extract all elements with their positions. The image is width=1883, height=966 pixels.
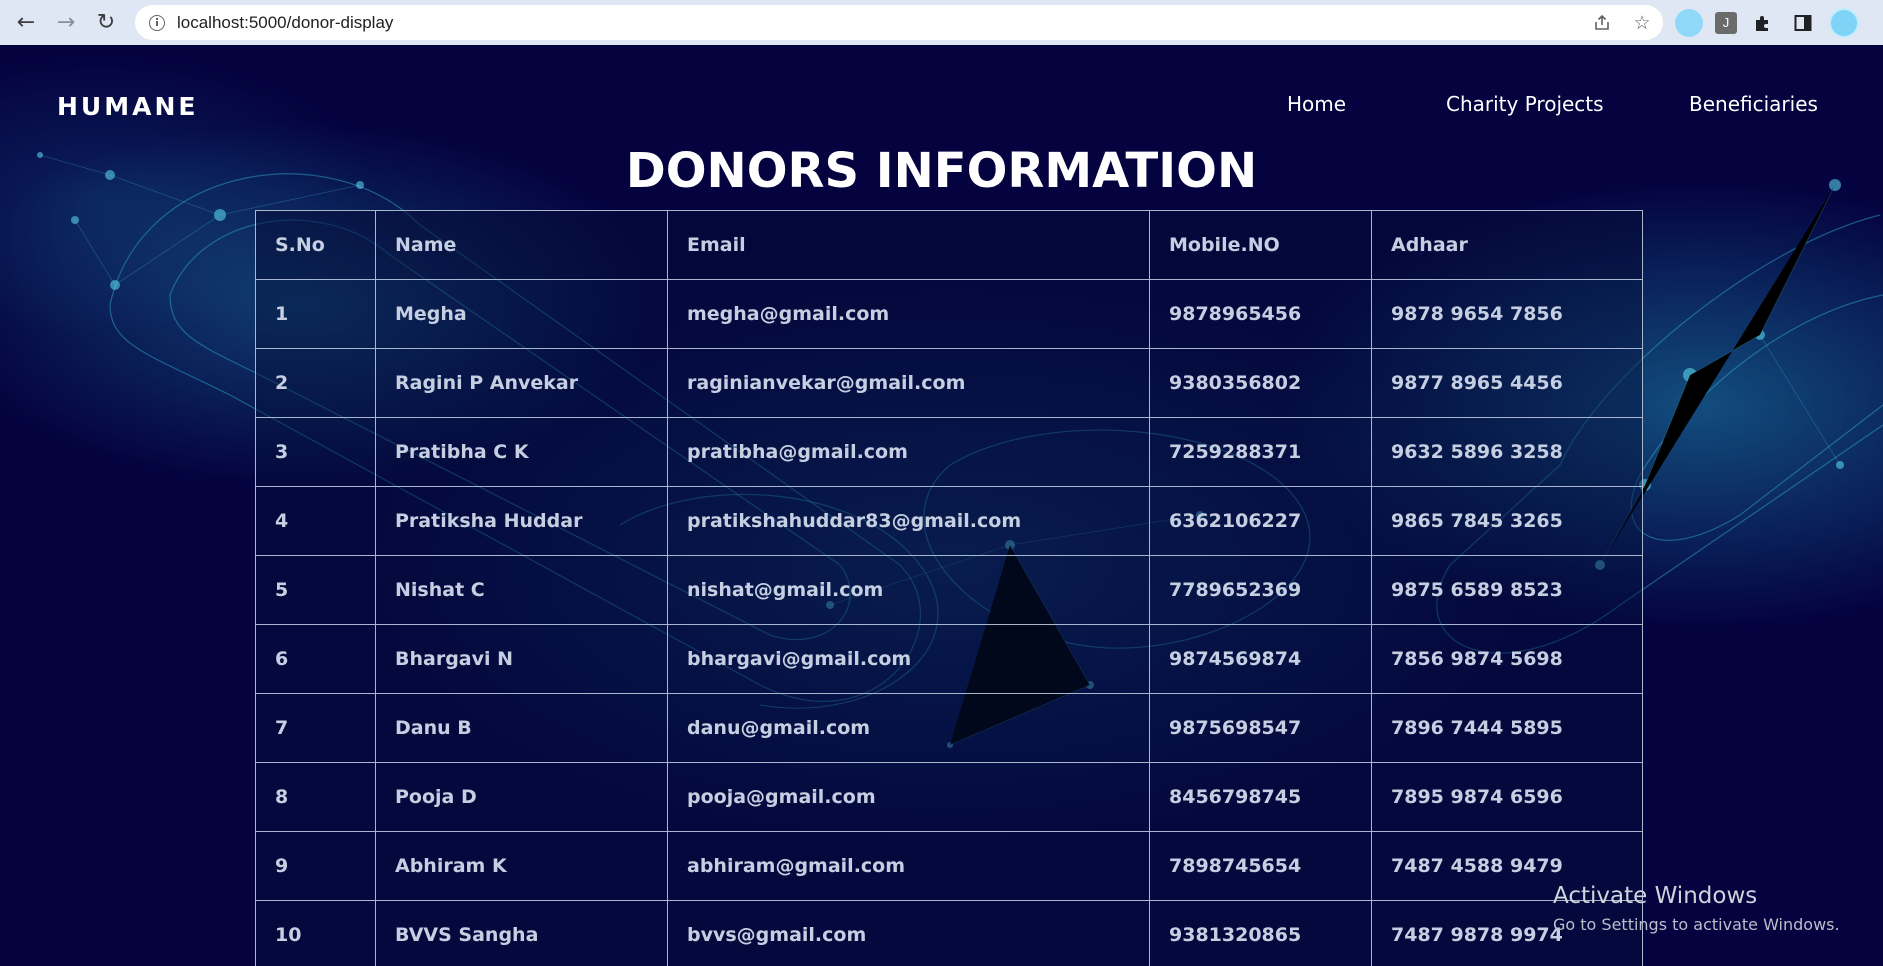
cell-sno: 2: [255, 348, 376, 418]
forward-arrow-icon[interactable]: →: [46, 3, 86, 43]
cell-email: abhiram@gmail.com: [667, 831, 1150, 901]
reload-icon[interactable]: ↻: [86, 3, 126, 43]
cell-mobile: 8456798745: [1149, 762, 1372, 832]
table-row: 2 Ragini P Anvekar raginianvekar@gmail.c…: [255, 348, 1643, 418]
table-row: 3 Pratibha C K pratibha@gmail.com 725928…: [255, 417, 1643, 487]
cell-mobile: 9878965456: [1149, 279, 1372, 349]
cell-sno: 3: [255, 417, 376, 487]
table-row: 5 Nishat C nishat@gmail.com 7789652369 9…: [255, 555, 1643, 625]
cell-email: danu@gmail.com: [667, 693, 1150, 763]
cell-name: Ragini P Anvekar: [375, 348, 668, 418]
cell-email: pooja@gmail.com: [667, 762, 1150, 832]
cell-name: Pooja D: [375, 762, 668, 832]
cell-adhaar: 7856 9874 5698: [1371, 624, 1643, 694]
cell-email: pratibha@gmail.com: [667, 417, 1150, 487]
back-arrow-icon[interactable]: ←: [6, 3, 46, 43]
star-icon[interactable]: ☆: [1631, 12, 1653, 34]
column-header-name: Name: [375, 210, 668, 280]
cell-adhaar: 9878 9654 7856: [1371, 279, 1643, 349]
cell-mobile: 9381320865: [1149, 900, 1372, 966]
cell-email: nishat@gmail.com: [667, 555, 1150, 625]
cell-mobile: 9380356802: [1149, 348, 1372, 418]
top-navigation: Home Charity Projects Beneficiaries: [0, 92, 1883, 124]
cell-adhaar: 7896 7444 5895: [1371, 693, 1643, 763]
table-row: 4 Pratiksha Huddar pratikshahuddar83@gma…: [255, 486, 1643, 556]
table-row: 1 Megha megha@gmail.com 9878965456 9878 …: [255, 279, 1643, 349]
cell-adhaar: 9875 6589 8523: [1371, 555, 1643, 625]
cell-mobile: 7259288371: [1149, 417, 1372, 487]
table-row: 9 Abhiram K abhiram@gmail.com 7898745654…: [255, 831, 1643, 901]
cell-mobile: 6362106227: [1149, 486, 1372, 556]
cell-name: Megha: [375, 279, 668, 349]
donors-table: S.No Name Email Mobile.NO Adhaar 1 Megha…: [255, 210, 1643, 966]
watermark-subtitle: Go to Settings to activate Windows.: [1553, 915, 1840, 934]
extension-j-icon[interactable]: J: [1715, 11, 1737, 34]
cell-sno: 10: [255, 900, 376, 966]
cell-adhaar: 7895 9874 6596: [1371, 762, 1643, 832]
table-row: 6 Bhargavi N bhargavi@gmail.com 98745698…: [255, 624, 1643, 694]
cell-sno: 4: [255, 486, 376, 556]
page-title: DONORS INFORMATION: [625, 143, 1258, 199]
cell-sno: 5: [255, 555, 376, 625]
cell-email: pratikshahuddar83@gmail.com: [667, 486, 1150, 556]
cell-name: Pratibha C K: [375, 417, 668, 487]
table-header-row: S.No Name Email Mobile.NO Adhaar: [255, 210, 1643, 280]
cell-email: megha@gmail.com: [667, 279, 1150, 349]
cell-mobile: 9875698547: [1149, 693, 1372, 763]
cell-name: Nishat C: [375, 555, 668, 625]
column-header-adhaar: Adhaar: [1371, 210, 1643, 280]
column-header-mobile: Mobile.NO: [1149, 210, 1372, 280]
cell-name: Danu B: [375, 693, 668, 763]
extension-icon[interactable]: [1675, 8, 1703, 37]
table-body: 1 Megha megha@gmail.com 9878965456 9878 …: [255, 279, 1643, 966]
puzzle-icon[interactable]: [1749, 9, 1777, 37]
cell-email: raginianvekar@gmail.com: [667, 348, 1150, 418]
share-icon[interactable]: [1591, 12, 1613, 34]
column-header-sno: S.No: [255, 210, 376, 280]
cell-adhaar: 9865 7845 3265: [1371, 486, 1643, 556]
cell-sno: 1: [255, 279, 376, 349]
address-bar[interactable]: localhost:5000/donor-display ☆: [135, 5, 1663, 40]
cell-name: Abhiram K: [375, 831, 668, 901]
cell-mobile: 7898745654: [1149, 831, 1372, 901]
cell-name: Pratiksha Huddar: [375, 486, 668, 556]
cell-email: bhargavi@gmail.com: [667, 624, 1150, 694]
cell-sno: 8: [255, 762, 376, 832]
table-row: 10 BVVS Sangha bvvs@gmail.com 9381320865…: [255, 900, 1643, 966]
table-row: 7 Danu B danu@gmail.com 9875698547 7896 …: [255, 693, 1643, 763]
donors-table-container: S.No Name Email Mobile.NO Adhaar 1 Megha…: [255, 210, 1643, 966]
cell-name: Bhargavi N: [375, 624, 668, 694]
sidebar-icon[interactable]: [1789, 9, 1817, 37]
nav-link-home[interactable]: Home: [1287, 92, 1346, 116]
nav-link-charity-projects[interactable]: Charity Projects: [1446, 92, 1604, 116]
url-text[interactable]: localhost:5000/donor-display: [177, 13, 393, 33]
nav-link-beneficiaries[interactable]: Beneficiaries: [1689, 92, 1818, 116]
cell-sno: 9: [255, 831, 376, 901]
cell-name: BVVS Sangha: [375, 900, 668, 966]
cell-adhaar: 9877 8965 4456: [1371, 348, 1643, 418]
cell-email: bvvs@gmail.com: [667, 900, 1150, 966]
cell-adhaar: 9632 5896 3258: [1371, 417, 1643, 487]
windows-activation-watermark: Activate Windows Go to Settings to activ…: [1553, 883, 1840, 934]
column-header-email: Email: [667, 210, 1150, 280]
cell-mobile: 7789652369: [1149, 555, 1372, 625]
profile-avatar[interactable]: [1829, 7, 1859, 38]
watermark-title: Activate Windows: [1553, 883, 1758, 909]
cell-mobile: 9874569874: [1149, 624, 1372, 694]
cell-sno: 7: [255, 693, 376, 763]
info-icon[interactable]: [149, 14, 165, 31]
page-viewport: HUMANE Home Charity Projects Beneficiari…: [0, 45, 1883, 966]
cell-sno: 6: [255, 624, 376, 694]
browser-toolbar: ← → ↻ localhost:5000/donor-display ☆ J: [0, 0, 1883, 45]
table-row: 8 Pooja D pooja@gmail.com 8456798745 789…: [255, 762, 1643, 832]
